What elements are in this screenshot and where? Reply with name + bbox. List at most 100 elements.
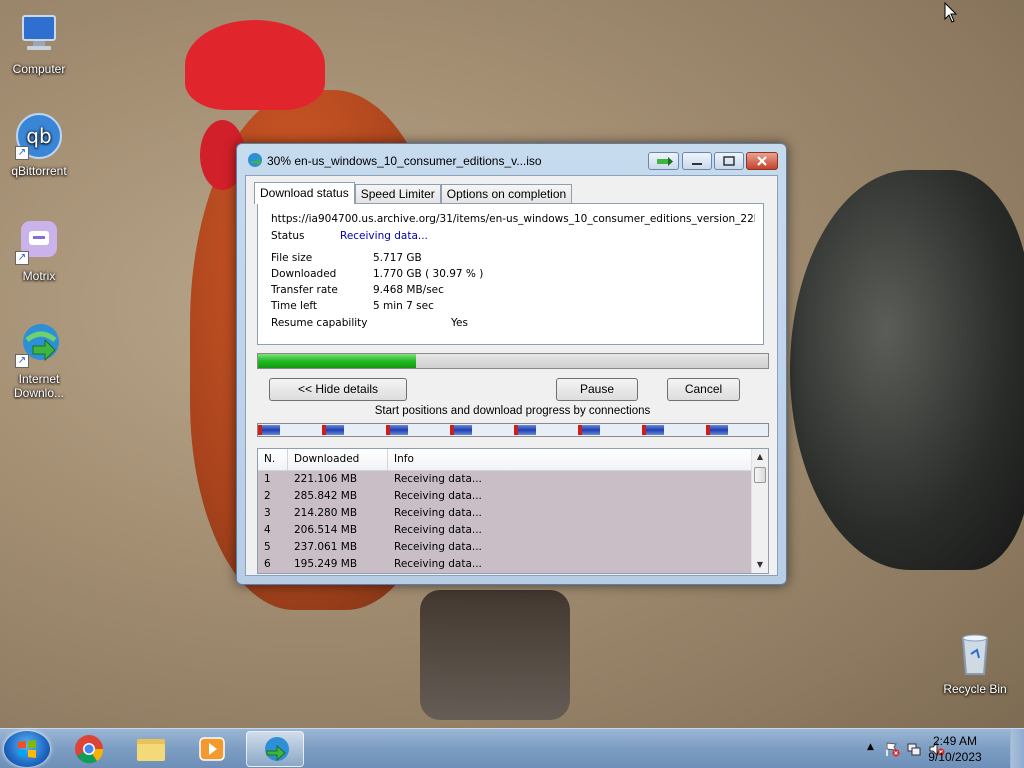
- shortcut-arrow-icon: ↗: [15, 354, 29, 368]
- row-info: Receiving data...: [394, 490, 482, 502]
- connection-segment: [514, 425, 536, 435]
- taskbar-media-player[interactable]: [183, 731, 241, 767]
- time-left-label: Time left: [271, 300, 318, 312]
- computer-icon: [15, 10, 63, 58]
- row-number: 4: [264, 524, 271, 536]
- taskbar-file-explorer[interactable]: [122, 731, 180, 767]
- connection-segment: [578, 425, 600, 435]
- desktop-icon-qbittorrent[interactable]: qb ↗ qBittorrent: [0, 112, 78, 178]
- download-progress-fill: [258, 354, 416, 368]
- table-row[interactable]: 5 237.061 MB Receiving data...: [258, 539, 751, 556]
- row-info: Receiving data...: [394, 524, 482, 536]
- table-row[interactable]: 1 221.106 MB Receiving data...: [258, 471, 751, 488]
- cancel-button[interactable]: Cancel: [667, 378, 740, 401]
- scroll-up-arrow-icon[interactable]: ▲: [752, 449, 768, 465]
- table-row[interactable]: 2 285.842 MB Receiving data...: [258, 488, 751, 505]
- status-value: Receiving data...: [340, 230, 428, 242]
- row-downloaded: 237.061 MB: [294, 541, 358, 553]
- window-client-area: Download status Speed Limiter Options on…: [245, 175, 778, 576]
- column-header-downloaded[interactable]: Downloaded: [288, 449, 388, 471]
- taskbar: ▲ 2:49 AM 9/10/2023: [0, 728, 1024, 768]
- taskbar-chrome[interactable]: [60, 731, 118, 767]
- resume-capability-label: Resume capability: [271, 317, 368, 329]
- row-downloaded: 285.842 MB: [294, 490, 358, 502]
- transfer-rate-label: Transfer rate: [271, 284, 338, 296]
- minimize-button[interactable]: [682, 152, 712, 170]
- show-desktop-button[interactable]: [1010, 729, 1024, 768]
- download-status-panel: https://ia904700.us.archive.org/31/items…: [257, 203, 764, 345]
- row-info: Receiving data...: [394, 473, 482, 485]
- file-size-value: 5.717 GB: [373, 252, 422, 264]
- download-url: https://ia904700.us.archive.org/31/items…: [271, 213, 755, 225]
- connection-segment: [642, 425, 664, 435]
- connections-progress-bar: [257, 423, 769, 437]
- download-progress-window[interactable]: 30% en-us_windows_10_consumer_editions_v…: [236, 143, 787, 585]
- table-row[interactable]: 3 214.280 MB Receiving data...: [258, 505, 751, 522]
- transfer-rate-value: 9.468 MB/sec: [373, 284, 444, 296]
- desktop-icon-motrix[interactable]: ↗ Motrix: [0, 217, 78, 283]
- row-downloaded: 221.106 MB: [294, 473, 358, 485]
- download-progress-bar: [257, 353, 769, 369]
- connection-segment: [706, 425, 728, 435]
- resume-capability-value: Yes: [451, 317, 468, 329]
- row-number: 5: [264, 541, 271, 553]
- mouse-cursor-icon: [944, 2, 958, 23]
- row-number: 2: [264, 490, 271, 502]
- action-center-flag-icon[interactable]: [884, 741, 900, 757]
- send-to-tray-button[interactable]: [648, 152, 679, 170]
- connection-segment: [386, 425, 408, 435]
- start-button[interactable]: [4, 731, 50, 767]
- desktop-icon-label: Internet Downlo...: [13, 372, 65, 400]
- maximize-button[interactable]: [714, 152, 744, 170]
- connection-segment: [258, 425, 280, 435]
- desktop-icon-internet-download-manager[interactable]: ↗ Internet Downlo...: [0, 320, 78, 400]
- desktop-icon-label: Computer: [12, 62, 66, 76]
- window-title: 30% en-us_windows_10_consumer_editions_v…: [267, 154, 542, 168]
- recycle-bin-icon: [951, 630, 999, 678]
- row-downloaded: 206.514 MB: [294, 524, 358, 536]
- status-label: Status: [271, 230, 305, 242]
- idm-app-icon: [247, 152, 263, 168]
- tab-strip: Download status Speed Limiter Options on…: [254, 182, 573, 204]
- windows-logo-icon: [18, 740, 36, 758]
- row-number: 6: [264, 558, 271, 570]
- table-row[interactable]: 6 195.249 MB Receiving data...: [258, 556, 751, 573]
- row-number: 1: [264, 473, 271, 485]
- table-row[interactable]: 4 206.514 MB Receiving data...: [258, 522, 751, 539]
- scroll-down-arrow-icon[interactable]: ▼: [752, 557, 768, 573]
- downloaded-value: 1.770 GB ( 30.97 % ): [373, 268, 484, 280]
- desktop-icon-label: Motrix: [22, 269, 56, 283]
- time-left-value: 5 min 7 sec: [373, 300, 434, 312]
- table-body: 1 221.106 MB Receiving data... 2 285.842…: [258, 471, 751, 573]
- pause-button[interactable]: Pause: [556, 378, 638, 401]
- shortcut-arrow-icon: ↗: [15, 251, 29, 265]
- row-number: 3: [264, 507, 271, 519]
- desktop-icon-computer[interactable]: Computer: [0, 10, 78, 76]
- svg-text:qb: qb: [26, 124, 51, 148]
- scrollbar-thumb[interactable]: [754, 467, 766, 483]
- row-downloaded: 195.249 MB: [294, 558, 358, 570]
- desktop-icon-recycle-bin[interactable]: Recycle Bin: [936, 630, 1014, 696]
- row-info: Receiving data...: [394, 541, 482, 553]
- desktop-icon-label: qBittorrent: [11, 164, 67, 178]
- row-info: Receiving data...: [394, 558, 482, 570]
- window-titlebar[interactable]: 30% en-us_windows_10_consumer_editions_v…: [237, 144, 786, 176]
- table-vertical-scrollbar[interactable]: ▲ ▼: [751, 449, 768, 573]
- clock-date: 9/10/2023: [928, 750, 982, 764]
- wallpaper-tail-shape: [790, 170, 1024, 570]
- tab-speed-limiter[interactable]: Speed Limiter: [354, 184, 441, 204]
- hide-details-button[interactable]: << Hide details: [269, 378, 407, 401]
- folder-icon: [137, 739, 165, 761]
- system-tray: ▲ 2:49 AM 9/10/2023: [844, 729, 1024, 768]
- column-header-n[interactable]: N.: [258, 449, 288, 471]
- tab-download-status[interactable]: Download status: [254, 182, 355, 204]
- close-button[interactable]: [746, 152, 778, 170]
- tab-options-on-completion[interactable]: Options on completion: [440, 184, 573, 204]
- table-header: N. Downloaded Info: [258, 449, 751, 471]
- qbittorrent-icon: qb ↗: [15, 112, 63, 160]
- taskbar-internet-download-manager[interactable]: [246, 731, 304, 767]
- show-hidden-icons-chevron-icon[interactable]: ▲: [867, 742, 874, 752]
- column-header-info[interactable]: Info: [388, 449, 751, 471]
- connections-table[interactable]: N. Downloaded Info 1 221.106 MB Receivin…: [257, 448, 769, 574]
- system-clock[interactable]: 2:49 AM 9/10/2023: [920, 733, 990, 765]
